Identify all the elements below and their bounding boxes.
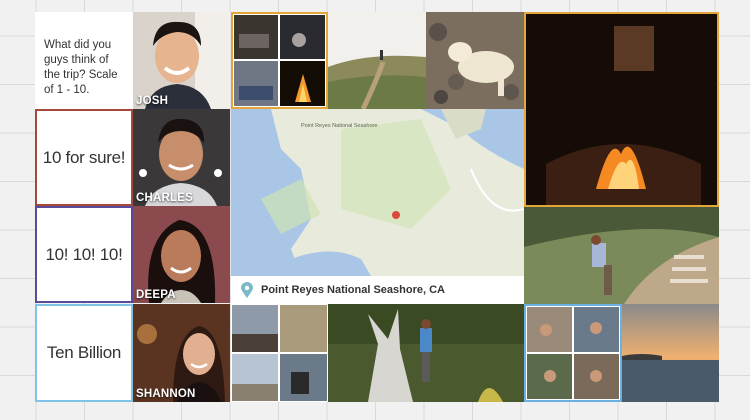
message-bubble-charles: 10 for sure! — [35, 109, 133, 206]
avatar-charles[interactable]: CHARLES — [133, 109, 230, 206]
collage-images — [231, 304, 328, 402]
dog-image — [426, 12, 524, 109]
sunset-image — [622, 304, 719, 402]
photo-trail-hill[interactable] — [328, 12, 426, 109]
map-location-label: Point Reyes National Seashore, CA — [261, 284, 445, 296]
location-marker-icon — [392, 211, 400, 219]
message-text: What did you guys think of the trip? Sca… — [44, 39, 118, 96]
message-bubble-josh: What did you guys think of the trip? Sca… — [35, 12, 133, 109]
message-bubble-shannon: Ten Billion — [35, 304, 133, 402]
map-card[interactable]: Point Reyes National Seashore Point Reye… — [231, 109, 524, 304]
hiker-image — [524, 207, 719, 304]
message-bubble-deepa: 10! 10! 10! — [35, 206, 133, 303]
trail-image — [328, 12, 426, 109]
avatar-josh[interactable]: JOSH — [133, 12, 230, 109]
message-text: Ten Billion — [46, 343, 122, 362]
collage-images — [526, 306, 620, 400]
map-pin-icon — [241, 282, 253, 298]
message-text: 10! 10! 10! — [45, 244, 123, 264]
user-name: JOSH — [136, 95, 169, 107]
map-location-bar: Point Reyes National Seashore, CA — [231, 276, 524, 304]
map-place-label: Point Reyes National Seashore — [301, 123, 377, 129]
photo-campfire-night[interactable] — [524, 12, 719, 207]
photo-driftwood-tree[interactable] — [328, 304, 524, 402]
avatar-deepa[interactable]: DEEPA — [133, 206, 230, 303]
user-name: DEEPA — [136, 289, 176, 301]
photo-sunset-ocean[interactable] — [622, 304, 719, 402]
collage-images — [233, 14, 326, 107]
campfire-image — [526, 14, 717, 205]
message-text: 10 for sure! — [42, 147, 126, 167]
photo-collage-campsite[interactable] — [231, 12, 328, 109]
photo-collage-group[interactable] — [524, 304, 622, 402]
avatar-shannon[interactable]: SHANNON — [133, 304, 230, 402]
photo-collage-beach[interactable] — [231, 304, 328, 402]
user-name: SHANNON — [136, 388, 196, 400]
driftwood-image — [328, 304, 524, 402]
photo-hiker-stairs[interactable] — [524, 207, 719, 304]
photo-dog-rocks[interactable] — [426, 12, 524, 109]
user-name: CHARLES — [136, 192, 193, 204]
map-view[interactable]: Point Reyes National Seashore — [231, 109, 524, 276]
